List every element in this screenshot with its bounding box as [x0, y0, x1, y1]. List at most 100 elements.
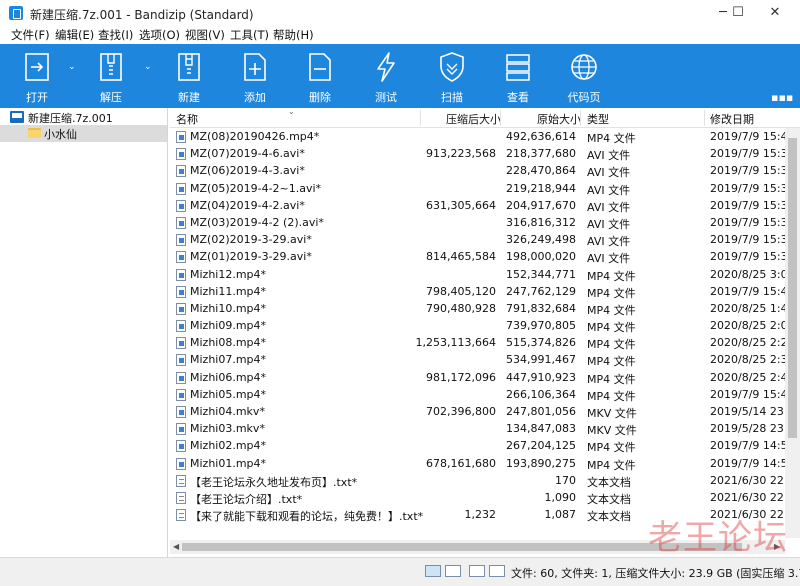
extract-label: 解压	[100, 91, 122, 104]
test-button[interactable]: 测试	[361, 44, 411, 108]
menu-find[interactable]: 查找(I)	[98, 27, 133, 43]
compressed-size: 631,305,664	[426, 198, 496, 212]
table-row[interactable]: MZ(03)2019-4-2 (2).avi* 316,816,312 AVI 文件…	[170, 214, 800, 231]
column-divider[interactable]	[580, 110, 581, 126]
table-row[interactable]: Mizhi08.mp4* 1,253,113,664 515,374,826 MP4 …	[170, 334, 800, 351]
table-row[interactable]: MZ(08)20190426.mp4* 492,636,614 MP4 文件 2019…	[170, 128, 800, 145]
vertical-scrollbar[interactable]	[785, 128, 800, 538]
column-divider[interactable]	[704, 110, 705, 126]
video-file-icon	[176, 216, 186, 229]
bandizip-app-icon	[9, 6, 23, 20]
original-size: 267,204,125	[506, 439, 576, 453]
details-view-icon[interactable]	[425, 565, 441, 577]
table-row[interactable]: MZ(07)2019-4-6.avi* 913,223,568 218,377,68…	[170, 145, 800, 162]
file-rows: MZ(08)20190426.mp4* 492,636,614 MP4 文件 2019…	[170, 128, 800, 523]
table-row[interactable]: Mizhi05.mp4* 266,106,364 MP4 文件 2019/7/9 15…	[170, 386, 800, 403]
column-original-size[interactable]: 原始大小	[537, 111, 581, 127]
column-compressed-size[interactable]: 压缩后大小	[446, 111, 501, 127]
table-row[interactable]: MZ(04)2019-4-2.avi* 631,305,664 204,917,67…	[170, 197, 800, 214]
file-name: 【老王论坛介绍】.txt*	[190, 492, 303, 506]
file-type: MP4 文件	[587, 132, 636, 145]
new-archive-button[interactable]: 新建	[164, 44, 214, 108]
file-name: Mizhi05.mp4*	[190, 387, 267, 401]
column-divider[interactable]	[500, 110, 501, 126]
file-type: MKV 文件	[587, 407, 637, 420]
table-row[interactable]: Mizhi09.mp4* 739,970,805 MP4 文件 2020/8/25 2…	[170, 317, 800, 334]
file-name: Mizhi09.mp4*	[190, 319, 267, 333]
table-row[interactable]: Mizhi07.mp4* 534,991,467 MP4 文件 2020/8/25 2…	[170, 351, 800, 368]
menu-options[interactable]: 选项(O)	[139, 27, 180, 43]
compressed-size: 702,396,800	[426, 405, 496, 418]
table-row[interactable]: Mizhi03.mkv* 134,847,083 MKV 文件 2019/5/28 2…	[170, 420, 800, 437]
extract-button[interactable]: 解压	[86, 44, 136, 108]
modified-date: 2019/5/14 23:2	[710, 405, 795, 418]
add-button[interactable]: 添加	[230, 44, 280, 108]
list-view-icon[interactable]	[445, 565, 461, 577]
modified-date: 2020/8/25 2:40	[710, 370, 795, 384]
file-type: AVI 文件	[587, 235, 631, 249]
archive-icon	[10, 111, 24, 123]
file-name: MZ(07)2019-4-6.avi*	[190, 147, 305, 161]
tree-archive-label: 新建压缩.7z.001	[28, 112, 113, 125]
column-type[interactable]: 类型	[587, 111, 609, 127]
tree-folder-node[interactable]: 小水仙	[0, 125, 167, 142]
file-name: MZ(06)2019-4-3.avi*	[190, 164, 305, 178]
file-name: Mizhi02.mp4*	[190, 439, 267, 453]
modified-date: 2020/8/25 2:06	[710, 319, 795, 333]
modified-date: 2020/8/25 2:35	[710, 353, 795, 367]
menu-tools[interactable]: 工具(T)	[230, 27, 269, 43]
toolbar: 打开 ⌄ 解压 ⌄ 新建 添加 删除 测试 扫描 查看 代码页 ▪▪▪	[0, 44, 800, 108]
menu-help[interactable]: 帮助(H)	[273, 27, 314, 43]
table-row[interactable]: 【老王论坛永久地址发布页】.txt* 170 文本文档 2021/6/30 22:5	[170, 472, 800, 489]
table-row[interactable]: Mizhi04.mkv* 702,396,800 247,801,056 MKV 文件…	[170, 403, 800, 420]
tree-archive-node[interactable]: 新建压缩.7z.001	[0, 109, 167, 126]
table-row[interactable]: MZ(05)2019-4-2~1.avi* 219,218,944 AVI 文件 20…	[170, 180, 800, 197]
delete-button[interactable]: 删除	[295, 44, 345, 108]
table-row[interactable]: Mizhi01.mp4* 678,161,680 193,890,275 MP4 文件…	[170, 455, 800, 472]
file-name: Mizhi08.mp4*	[190, 336, 267, 350]
test-icon	[377, 52, 395, 82]
menu-file[interactable]: 文件(F)	[11, 27, 50, 43]
table-row[interactable]: 【老王论坛介绍】.txt* 1,090 文本文档 2021/6/30 22:5	[170, 489, 800, 506]
toolbar-more-icon[interactable]: ▪▪▪	[771, 91, 793, 104]
table-row[interactable]: MZ(02)2019-3-29.avi* 326,249,498 AVI 文件 201…	[170, 231, 800, 248]
column-divider[interactable]	[420, 110, 421, 126]
table-row[interactable]: Mizhi11.mp4* 798,405,120 247,762,129 MP4 文件…	[170, 283, 800, 300]
thumbnail-view-icon[interactable]	[469, 565, 485, 577]
watermark: 老王论坛	[648, 518, 788, 558]
video-file-icon	[176, 440, 186, 453]
video-file-icon	[176, 423, 186, 436]
preview-view-icon[interactable]	[489, 565, 505, 577]
table-row[interactable]: MZ(06)2019-4-3.avi* 228,470,864 AVI 文件 2019…	[170, 162, 800, 179]
table-row[interactable]: MZ(01)2019-3-29.avi* 814,465,584 198,000,0…	[170, 248, 800, 265]
vertical-scroll-thumb[interactable]	[788, 138, 797, 438]
scan-button[interactable]: 扫描	[427, 44, 477, 108]
menu-edit[interactable]: 编辑(E)	[55, 27, 94, 43]
maximize-button[interactable]: ☐	[721, 0, 755, 26]
view-button[interactable]: 查看	[493, 44, 543, 108]
open-dropdown-icon[interactable]: ⌄	[68, 62, 76, 72]
original-size: 316,816,312	[506, 215, 576, 229]
open-button[interactable]: 打开	[12, 44, 62, 108]
file-name: Mizhi06.mp4*	[190, 370, 267, 384]
delete-icon	[309, 53, 331, 81]
file-name: MZ(04)2019-4-2.avi*	[190, 198, 305, 212]
table-row[interactable]: Mizhi12.mp4* 152,344,771 MP4 文件 2020/8/25 3…	[170, 266, 800, 283]
file-name: MZ(01)2019-3-29.avi*	[190, 250, 312, 264]
extract-dropdown-icon[interactable]: ⌄	[144, 62, 152, 72]
original-size: 515,374,826	[506, 336, 576, 350]
table-row[interactable]: Mizhi06.mp4* 981,172,096 447,910,923 MP4 文件…	[170, 369, 800, 386]
video-file-icon	[176, 131, 186, 143]
file-name: Mizhi07.mp4*	[190, 353, 267, 367]
table-row[interactable]: Mizhi10.mp4* 790,480,928 791,832,684 MP4 文件…	[170, 300, 800, 317]
column-modified[interactable]: 修改日期	[710, 111, 754, 127]
scroll-left-icon[interactable]: ◀	[173, 540, 179, 554]
table-row[interactable]: Mizhi02.mp4* 267,204,125 MP4 文件 2019/7/9 14…	[170, 437, 800, 454]
menu-view[interactable]: 视图(V)	[185, 27, 225, 43]
column-name[interactable]: 名称	[176, 111, 198, 127]
codepage-button[interactable]: 代码页	[558, 44, 610, 108]
test-label: 测试	[375, 91, 397, 104]
video-file-icon	[176, 165, 186, 178]
video-file-icon	[176, 457, 186, 470]
close-button[interactable]: ✕	[758, 0, 792, 26]
